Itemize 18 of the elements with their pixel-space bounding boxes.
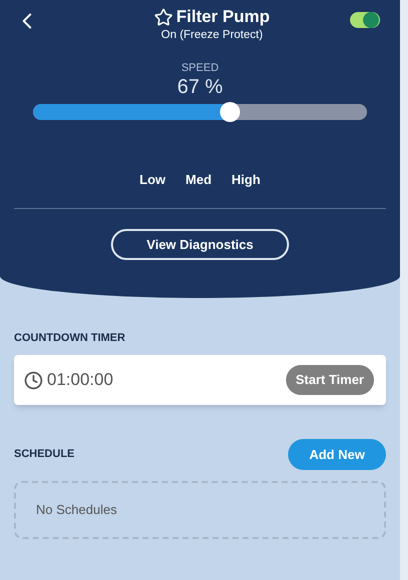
speed-slider[interactable] [33, 104, 367, 120]
power-toggle[interactable] [350, 12, 380, 28]
speed-label: SPEED [181, 62, 219, 75]
no-schedules-text: No Schedules [36, 501, 117, 520]
speed-reading: 67 % [177, 75, 223, 99]
speed-preset[interactable]: Med [186, 172, 212, 188]
start-timer-button[interactable]: Start Timer [286, 365, 374, 395]
view-diagnostics-button[interactable]: View Diagnostics [111, 229, 289, 260]
schedule-label: SCHEDULE [14, 447, 75, 462]
slider-thumb[interactable] [220, 102, 240, 122]
timer-value: 01:00:00 [47, 369, 114, 392]
device-title: Filter Pump [176, 6, 270, 28]
favorite-icon[interactable] [154, 8, 174, 26]
clock-icon [24, 370, 43, 390]
device-status: On (Freeze Protect) [161, 28, 263, 42]
countdown-timer-label: COUNTDOWN TIMER [14, 331, 126, 345]
speed-preset[interactable]: Low [140, 172, 166, 188]
speed-preset[interactable]: High [232, 172, 260, 188]
